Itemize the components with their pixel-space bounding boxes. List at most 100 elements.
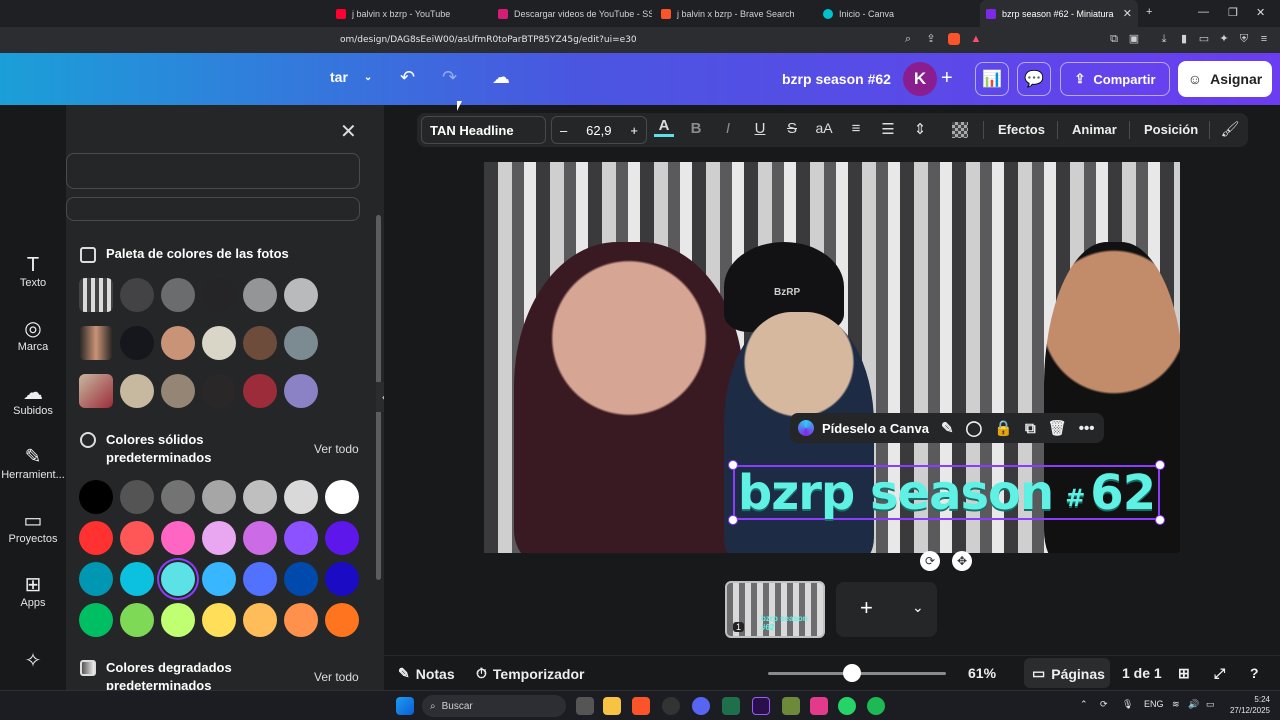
color-swatch[interactable] <box>79 480 113 514</box>
comment-icon[interactable]: ◯ <box>966 419 983 437</box>
close-window-icon[interactable]: ✕ <box>1256 6 1265 19</box>
share-button[interactable]: ⇪ Compartir <box>1060 62 1170 96</box>
extensions-icon[interactable]: ⧉ <box>1108 33 1120 45</box>
app-icon[interactable] <box>810 697 828 715</box>
undo-icon[interactable]: ↶ <box>400 67 415 88</box>
taskbar-search[interactable]: ⌕ Buscar <box>422 695 566 717</box>
rail-item-text[interactable]: T Texto <box>0 253 66 289</box>
rail-item-projects[interactable]: ▭ Proyectos <box>0 509 66 545</box>
resize-handle[interactable] <box>728 515 738 525</box>
timer-button[interactable]: ⏱ Temporizador <box>476 665 584 682</box>
increase-size-button[interactable]: + <box>630 123 638 138</box>
sidebar-icon[interactable]: ▮ <box>1178 33 1190 45</box>
resize-handle[interactable] <box>1155 460 1165 470</box>
color-search-input[interactable] <box>66 153 360 189</box>
minimize-icon[interactable]: — <box>1198 6 1209 18</box>
color-swatch[interactable] <box>202 480 236 514</box>
move-icon[interactable]: ✥ <box>952 551 972 571</box>
brave-rewards-icon[interactable]: ▲ <box>970 33 982 45</box>
file-explorer-icon[interactable] <box>603 697 621 715</box>
vpn-icon[interactable]: ⛨ <box>1238 33 1250 45</box>
resize-handle[interactable] <box>1155 515 1165 525</box>
whatsapp-icon[interactable] <box>838 697 856 715</box>
rail-item-magic-media[interactable]: ✧ <box>0 649 66 673</box>
color-swatch[interactable] <box>243 562 277 596</box>
close-tab-icon[interactable]: ✕ <box>1123 7 1132 20</box>
color-swatch[interactable] <box>202 326 236 360</box>
color-swatch[interactable] <box>79 521 113 555</box>
app-icon[interactable] <box>662 697 680 715</box>
resize-handle[interactable] <box>728 460 738 470</box>
underline-icon[interactable]: U <box>750 120 770 137</box>
font-selector[interactable]: TAN Headline <box>421 116 546 144</box>
rail-item-tools[interactable]: ✎ Herramient... <box>0 445 66 481</box>
color-swatch[interactable] <box>284 562 318 596</box>
color-swatch[interactable] <box>243 603 277 637</box>
rotate-icon[interactable]: ⟳ <box>920 551 940 571</box>
color-swatch[interactable] <box>284 374 318 408</box>
minecraft-icon[interactable] <box>782 697 800 715</box>
screenshot-icon[interactable]: ▣ <box>1128 33 1140 45</box>
color-swatch[interactable] <box>202 521 236 555</box>
fullscreen-icon[interactable]: ⤢ <box>1214 665 1225 682</box>
tray-chevron-icon[interactable]: ⌃ <box>1080 699 1088 710</box>
address-bar[interactable]: om/design/DAG8sEeiW00/asUfmR0toParBTP85Y… <box>0 27 1280 53</box>
help-icon[interactable]: ? <box>1250 665 1259 681</box>
color-swatch[interactable] <box>243 326 277 360</box>
bold-icon[interactable]: B <box>686 120 706 137</box>
color-swatch[interactable] <box>325 562 359 596</box>
wallet-icon[interactable]: ▭ <box>1198 33 1210 45</box>
color-swatch[interactable] <box>325 521 359 555</box>
delete-icon[interactable]: 🗑 <box>1048 419 1067 437</box>
italic-icon[interactable]: I <box>718 120 738 137</box>
color-swatch[interactable] <box>243 480 277 514</box>
ask-canva-button[interactable]: Pídeselo a Canva <box>822 421 929 436</box>
color-swatch[interactable] <box>284 326 318 360</box>
tray-app-icon[interactable]: ⟳ <box>1100 699 1108 710</box>
effects-button[interactable]: Efectos <box>998 122 1045 137</box>
duplicate-icon[interactable]: ⧉ <box>1025 420 1036 437</box>
color-swatch[interactable] <box>161 374 195 408</box>
file-menu-button[interactable]: tar ⌄ <box>330 69 372 85</box>
pages-button[interactable]: ▭ Páginas <box>1032 665 1105 682</box>
color-swatch[interactable] <box>325 480 359 514</box>
solid-see-all-link[interactable]: Ver todo <box>314 442 359 456</box>
color-swatch[interactable] <box>79 562 113 596</box>
gradient-see-all-link[interactable]: Ver todo <box>314 670 359 684</box>
paint-format-icon[interactable]: 🖌 <box>1220 120 1240 138</box>
chevron-down-icon[interactable]: ⌄ <box>912 599 924 616</box>
color-swatch[interactable] <box>120 326 154 360</box>
strikethrough-icon[interactable]: S <box>782 120 802 137</box>
brave-icon[interactable] <box>632 697 650 715</box>
page-thumbnail[interactable]: 1 bzrp season #62 <box>725 581 825 638</box>
tab-youtube[interactable]: j balvin x bzrp - YouTube <box>330 0 486 27</box>
transparency-icon[interactable] <box>952 122 968 138</box>
color-swatch[interactable] <box>120 603 154 637</box>
color-swatch[interactable] <box>161 521 195 555</box>
color-swatch[interactable] <box>202 374 236 408</box>
color-swatch[interactable] <box>161 480 195 514</box>
microphone-icon[interactable]: 🎙 <box>1122 699 1133 710</box>
rail-item-uploads[interactable]: ☁ Subidos <box>0 381 66 417</box>
clock[interactable]: 5:24 27/12/2025 <box>1226 694 1270 716</box>
text-color-icon[interactable]: A <box>654 117 674 137</box>
language-indicator[interactable]: ENG <box>1144 699 1164 709</box>
color-swatch[interactable] <box>202 562 236 596</box>
photo-thumbnail[interactable] <box>79 374 113 408</box>
color-swatch[interactable] <box>243 278 277 312</box>
document-colors-row[interactable] <box>66 197 360 221</box>
share-url-icon[interactable]: ⇪ <box>925 33 937 45</box>
color-swatch[interactable] <box>243 521 277 555</box>
redo-icon[interactable]: ↷ <box>442 67 457 88</box>
color-swatch[interactable] <box>284 278 318 312</box>
font-size-stepper[interactable]: – 62,9 + <box>551 116 647 144</box>
tab-ssyoutube[interactable]: Descargar videos de YouTube - SSYo <box>492 0 652 27</box>
insights-button[interactable]: 📊 <box>975 62 1009 96</box>
list-icon[interactable]: ☰ <box>878 120 898 138</box>
color-swatch[interactable] <box>284 603 318 637</box>
color-swatch[interactable] <box>284 480 318 514</box>
close-panel-icon[interactable]: ✕ <box>340 119 357 144</box>
headline-text-box[interactable]: bzrp season # 62 <box>733 465 1160 521</box>
premiere-icon[interactable] <box>752 697 770 715</box>
rail-item-brand[interactable]: ◎ Marca <box>0 317 66 353</box>
